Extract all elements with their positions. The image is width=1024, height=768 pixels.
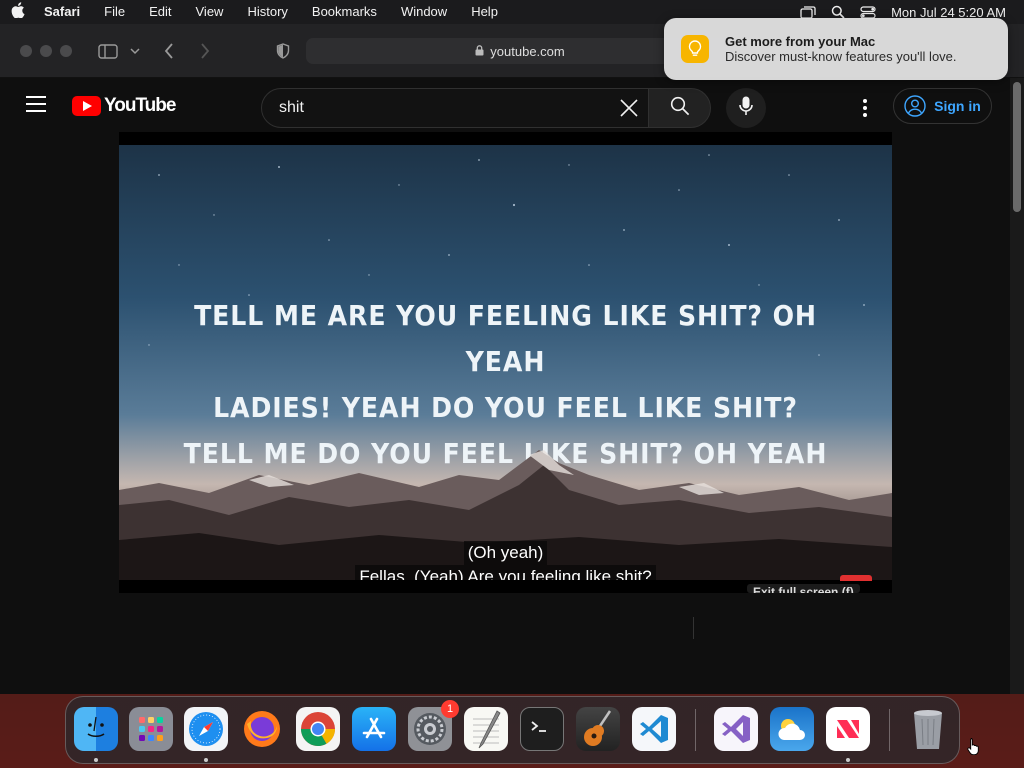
finder-running-dot [94, 758, 98, 762]
account-icon [904, 95, 926, 117]
search-button[interactable] [648, 88, 711, 128]
menu-bookmarks[interactable]: Bookmarks [300, 0, 389, 24]
scrollbar-thumb[interactable] [1013, 82, 1021, 212]
back-icon[interactable] [160, 38, 178, 64]
sign-in-label: Sign in [934, 98, 981, 114]
safari-window: youtube.com YouTube Sign in [0, 24, 1024, 694]
menu-edit[interactable]: Edit [137, 0, 183, 24]
privacy-shield-icon[interactable] [274, 38, 292, 64]
trash-icon[interactable] [906, 707, 950, 751]
garageband-icon[interactable] [576, 707, 620, 751]
finder-icon[interactable] [74, 707, 118, 751]
dock-separator-trash [889, 709, 890, 751]
forward-icon[interactable] [196, 38, 214, 64]
dock-separator [695, 709, 696, 751]
notification-banner[interactable]: Get more from your Mac Discover must-kno… [664, 18, 1008, 80]
address-text: youtube.com [490, 43, 565, 59]
news-running-dot [846, 758, 850, 762]
menu-help[interactable]: Help [459, 0, 510, 24]
textedit-icon[interactable] [464, 707, 508, 751]
divider [693, 617, 694, 639]
voice-search-button[interactable] [726, 88, 766, 128]
exit-fullscreen-tooltip: Exit full screen (f) [747, 584, 860, 593]
search-box [261, 88, 649, 128]
app-store-icon[interactable] [352, 707, 396, 751]
clear-search-icon[interactable] [618, 97, 640, 119]
lyrics-line-1: TELL ME ARE YOU FEELING LIKE SHIT? OH YE… [194, 299, 817, 378]
firefox-icon[interactable] [240, 707, 284, 751]
visual-studio-icon[interactable] [714, 707, 758, 751]
apple-icon[interactable] [0, 2, 36, 22]
tab-group-chevron-down-icon[interactable] [128, 38, 142, 64]
chrome-icon[interactable] [296, 707, 340, 751]
page-scrollbar[interactable] [1010, 78, 1024, 694]
lyrics-line-2: LADIES! YEAH DO YOU FEEL LIKE SHIT? [213, 391, 798, 424]
more-options-icon[interactable] [855, 96, 875, 120]
minimize-window-button[interactable] [40, 45, 52, 57]
weather-icon[interactable] [770, 707, 814, 751]
search-icon [670, 96, 690, 121]
system-settings-icon[interactable]: 1 [408, 700, 459, 751]
notification-body: Discover must-know features you'll love. [725, 49, 957, 64]
terminal-icon[interactable] [520, 707, 564, 751]
vscode-icon[interactable] [632, 707, 676, 751]
video-player[interactable]: TELL ME ARE YOU FEELING LIKE SHIT? OH YE… [119, 132, 892, 593]
launchpad-icon[interactable] [129, 707, 173, 751]
search-input[interactable] [279, 99, 609, 117]
lightbulb-icon [681, 35, 709, 63]
video-frame[interactable]: TELL ME ARE YOU FEELING LIKE SHIT? OH YE… [119, 145, 892, 580]
video-captions: (Oh yeah) Fellas, (Yeah) Are you feeling… [119, 541, 892, 580]
dock: 1 [65, 696, 960, 764]
close-window-button[interactable] [20, 45, 32, 57]
caption-line-2: Fellas, (Yeah) Are you feeling like shit… [355, 565, 656, 580]
menu-view[interactable]: View [184, 0, 236, 24]
news-icon[interactable] [826, 707, 870, 751]
menu-history[interactable]: History [235, 0, 299, 24]
notification-title: Get more from your Mac [725, 34, 876, 49]
mouse-pointer-hand-icon [967, 737, 981, 760]
settings-notification-badge: 1 [441, 700, 459, 718]
hamburger-menu-icon[interactable] [26, 96, 46, 112]
youtube-logo-text: YouTube [104, 95, 176, 116]
safari-running-dot [204, 758, 208, 762]
menu-window[interactable]: Window [389, 0, 459, 24]
menu-app-safari[interactable]: Safari [36, 0, 92, 24]
caption-line-1: (Oh yeah) [463, 541, 548, 565]
sidebar-toggle-icon[interactable] [97, 38, 119, 64]
microphone-icon [739, 96, 753, 121]
zoom-window-button[interactable] [60, 45, 72, 57]
lock-icon [475, 44, 484, 59]
youtube-header: YouTube Sign in [0, 78, 1010, 132]
youtube-logo[interactable]: YouTube [72, 95, 176, 117]
sign-in-button[interactable]: Sign in [893, 88, 992, 124]
window-controls [20, 45, 72, 57]
menu-file[interactable]: File [92, 0, 137, 24]
youtube-play-icon [72, 96, 101, 116]
safari-icon[interactable] [184, 707, 228, 751]
